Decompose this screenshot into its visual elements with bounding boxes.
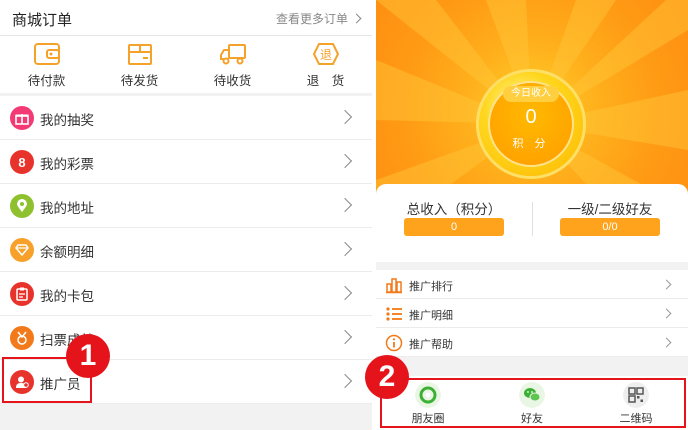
promo-menu-label: 推广明细: [409, 310, 453, 322]
lottery-icon: 8: [10, 150, 34, 174]
menu-item-label: 我的抽奖: [40, 113, 94, 128]
chevron-right-icon: [661, 279, 672, 290]
today-income-value: 0: [525, 106, 537, 128]
order-pending-shipment-label: 待发货: [120, 74, 159, 88]
view-more-orders-label: 查看更多订单: [275, 12, 348, 26]
promo-menu-ranking[interactable]: 推广排行: [376, 270, 688, 299]
menu-item-label: 我的地址: [40, 201, 94, 216]
chevron-right-icon: [337, 197, 353, 213]
svg-text:退: 退: [319, 48, 331, 62]
total-income-value: 0: [404, 218, 504, 236]
menu-item-balance-details[interactable]: 余额明细: [0, 228, 372, 272]
earnings-stats: 总收入（积分） 0 一级/二级好友 0/0: [376, 184, 688, 262]
friends-stat: 一级/二级好友 0/0: [532, 184, 688, 262]
order-pending-payment[interactable]: 待付款: [0, 36, 93, 93]
promo-menu: 推广排行 推广明细 推广帮助: [376, 270, 688, 357]
diamond-icon: [10, 238, 34, 262]
list-icon: [386, 307, 402, 321]
package-icon: [127, 44, 152, 65]
callout-badge-1: 1: [66, 334, 110, 378]
location-pin-icon: [10, 194, 34, 218]
gift-icon: [10, 106, 34, 130]
chevron-right-icon: [337, 329, 353, 345]
promo-menu-help[interactable]: 推广帮助: [376, 328, 688, 357]
today-income-unit: 积 分: [512, 138, 550, 150]
menu-item-scan-achievements[interactable]: 扫票成就: [0, 316, 372, 360]
promo-menu-details[interactable]: 推广明细: [376, 299, 688, 328]
bar-chart-icon: [386, 278, 402, 294]
card-pack-icon: [10, 282, 34, 306]
medal-icon: [10, 326, 34, 350]
menu-item-label: 我的卡包: [40, 289, 94, 304]
menu-item-label: 我的彩票: [40, 157, 94, 172]
order-return[interactable]: 退 退 货: [279, 36, 372, 93]
total-income-label: 总收入（积分）: [406, 202, 502, 217]
promoter-panel: 今日收入 0 积 分 总收入（积分） 0 一级/二级好友 0/0 推广排行 推广…: [376, 0, 688, 430]
order-status-row: 待付款 待发货 待收货 退 退 货: [0, 36, 372, 93]
chevron-right-icon: [337, 285, 353, 301]
order-pending-receipt-label: 待收货: [213, 74, 252, 88]
order-pending-shipment[interactable]: 待发货: [93, 36, 186, 93]
order-pending-receipt[interactable]: 待收货: [186, 36, 279, 93]
chevron-right-icon: [661, 337, 672, 348]
chevron-right-icon: [351, 13, 362, 24]
menu-item-label: 余额明细: [40, 245, 94, 260]
menu-item-my-lottery-draw[interactable]: 我的抽奖: [0, 96, 372, 140]
orders-header: 商城订单 查看更多订单: [0, 0, 372, 36]
friends-value: 0/0: [560, 218, 660, 236]
callout-box-2: [380, 378, 686, 428]
wallet-icon: [33, 43, 60, 65]
return-icon: 退: [312, 43, 339, 65]
friends-label: 一级/二级好友: [567, 202, 653, 217]
view-more-orders-link[interactable]: 查看更多订单: [275, 10, 362, 27]
order-pending-payment-label: 待付款: [27, 74, 66, 88]
promo-menu-label: 推广排行: [409, 281, 453, 293]
menu-item-my-lottery[interactable]: 8 我的彩票: [0, 140, 372, 184]
menu-item-my-card-pack[interactable]: 我的卡包: [0, 272, 372, 316]
callout-badge-2: 2: [365, 355, 409, 399]
orders-title: 商城订单: [12, 12, 73, 29]
chevron-right-icon: [337, 153, 353, 169]
chevron-right-icon: [337, 373, 353, 389]
truck-icon: [219, 44, 246, 65]
menu-item-my-address[interactable]: 我的地址: [0, 184, 372, 228]
chevron-right-icon: [337, 109, 353, 125]
order-return-label: 退 货: [306, 74, 345, 88]
promo-menu-label: 推广帮助: [409, 339, 453, 351]
info-icon: [385, 334, 403, 352]
total-income-stat: 总收入（积分） 0: [376, 184, 532, 262]
today-income-label: 今日收入: [503, 86, 559, 102]
chevron-right-icon: [337, 241, 353, 257]
chevron-right-icon: [661, 308, 672, 319]
